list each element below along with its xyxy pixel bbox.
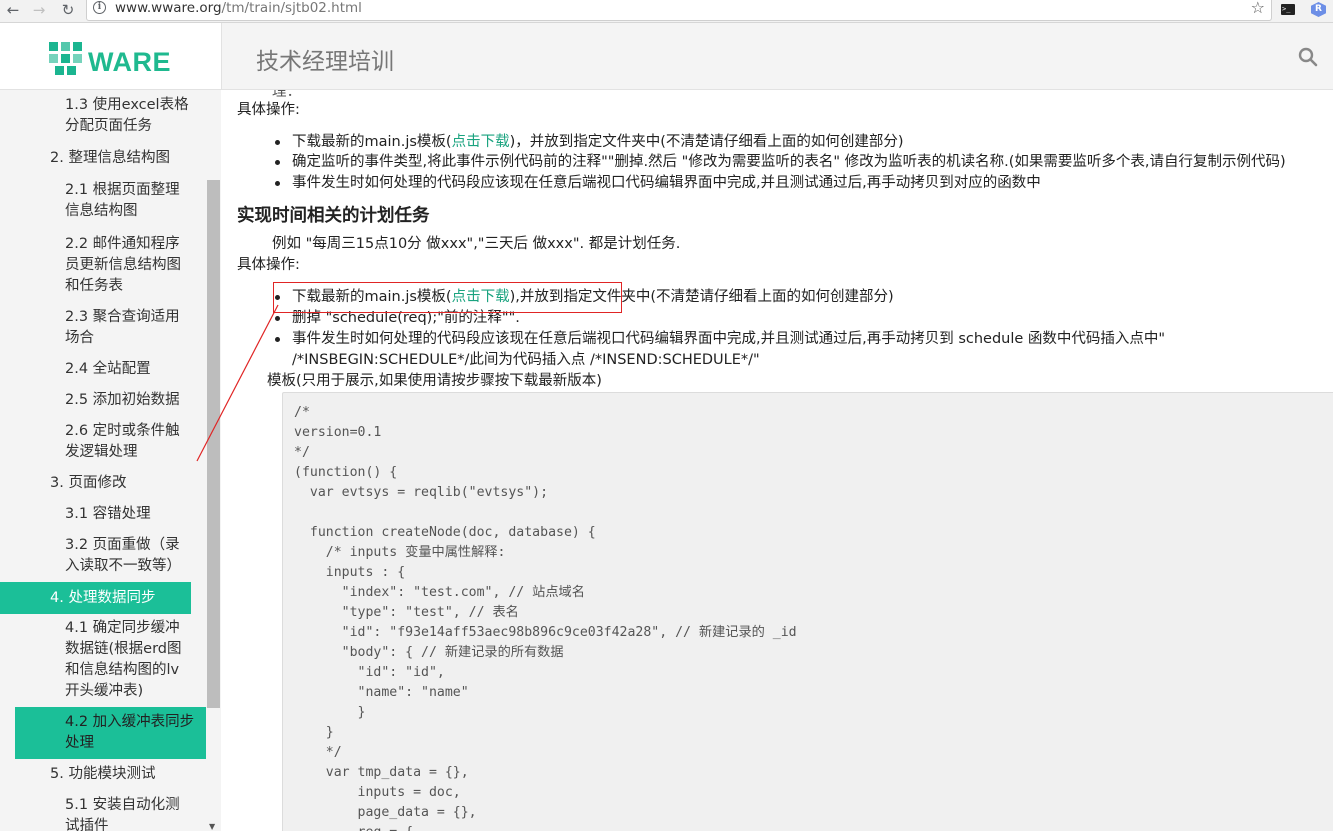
sidebar-scroll-thumb[interactable] bbox=[207, 180, 220, 708]
toc-item-3-1[interactable]: 3.1 容错处理 bbox=[65, 504, 190, 525]
code-line: "body": { // 新建记录的所有数据 bbox=[294, 645, 564, 660]
code-line: "type": "test", // 表名 bbox=[294, 605, 519, 620]
code-line: } bbox=[294, 725, 334, 740]
code-line: inputs = doc, bbox=[294, 785, 461, 800]
list-item: 事件发生时如何处理的代码段应该现在任意后端视口代码编辑界面中完成,并且测试通过后… bbox=[274, 331, 1166, 347]
ops-label: 具体操作: bbox=[237, 257, 300, 273]
toc-item-3[interactable]: 3. 页面修改 bbox=[50, 473, 221, 494]
search-icon[interactable] bbox=[1298, 47, 1318, 67]
code-line: } bbox=[294, 705, 366, 720]
list-item: 确定监听的事件类型,将此事件示例代码前的注释""删掉.然后 "修改为需要监听的表… bbox=[275, 154, 1286, 170]
code-line: "index": "test.com", // 站点域名 bbox=[294, 585, 585, 600]
extension-r-icon[interactable]: R bbox=[1311, 2, 1326, 17]
ops-label: 具体操作: bbox=[237, 102, 300, 118]
section-heading: 实现时间相关的计划任务 bbox=[237, 206, 430, 226]
page-header: 技术经理培训 bbox=[222, 23, 1333, 90]
toc-item-2[interactable]: 2. 整理信息结构图 bbox=[50, 148, 221, 169]
sidebar-toc: 1.3 使用excel表格分配页面任务 2. 整理信息结构图 2.1 根据页面整… bbox=[0, 90, 221, 831]
toc-item-2-3[interactable]: 2.3 聚合查询适用场合 bbox=[65, 307, 190, 349]
toc-item-2-5[interactable]: 2.5 添加初始数据 bbox=[65, 390, 190, 411]
toc-item-5-1[interactable]: 5.1 安装自动化测试插件 bbox=[65, 795, 190, 831]
code-line: inputs : { bbox=[294, 565, 406, 580]
toc-item-3-2[interactable]: 3.2 页面重做（录入读取不一致等） bbox=[65, 535, 190, 577]
info-icon[interactable]: i bbox=[93, 1, 106, 14]
list-item: 下载最新的main.js模板(点击下载)，并放到指定文件夹中(不清楚请仔细看上面… bbox=[275, 132, 904, 152]
code-line: "id": "f93e14aff53aec98b896c9ce03f42a28"… bbox=[294, 625, 797, 640]
code-line: var tmp_data = {}, bbox=[294, 765, 469, 780]
code-line: */ bbox=[294, 745, 342, 760]
browser-toolbar: ← → ↻ i www.wware.org/tm/train/sjtb02.ht… bbox=[0, 0, 1333, 23]
toc-item-2-1[interactable]: 2.1 根据页面整理信息结构图 bbox=[65, 180, 190, 222]
url-path: /tm/train/sjtb02.html bbox=[221, 0, 362, 16]
page-title: 技术经理培训 bbox=[256, 49, 394, 75]
code-line: "name": "name" bbox=[294, 685, 469, 700]
back-arrow-icon[interactable]: ← bbox=[3, 0, 23, 22]
terminal-extension-icon[interactable]: >_ bbox=[1281, 4, 1295, 15]
template-label: 模板(只用于展示,如果使用请按步骤按下载最新版本) bbox=[267, 373, 602, 389]
url-text[interactable]: www.wware.org/tm/train/sjtb02.html bbox=[115, 0, 362, 16]
code-line: req = { bbox=[294, 823, 414, 831]
code-line: page_data = {}, bbox=[294, 805, 477, 820]
list-item-continuation: /*INSBEGIN:SCHEDULE*/此间为代码插入点 /*INSEND:S… bbox=[292, 352, 760, 368]
code-line: */ bbox=[294, 445, 310, 460]
logo-grid-icon bbox=[49, 42, 83, 76]
site-logo[interactable]: WARE bbox=[0, 23, 222, 90]
toc-item-5[interactable]: 5. 功能模块测试 bbox=[50, 764, 221, 785]
code-line: /* inputs 变量中属性解释: bbox=[294, 545, 506, 560]
list-item-text: )，并放到指定文件夹中(不清楚请仔细看上面的如何创建部分) bbox=[509, 134, 904, 150]
toc-item-2-4[interactable]: 2.4 全站配置 bbox=[65, 359, 190, 380]
code-line: var evtsys = reqlib("evtsys"); bbox=[294, 485, 549, 500]
scroll-down-arrow-icon[interactable]: ▼ bbox=[209, 822, 215, 831]
url-host: www.wware.org bbox=[115, 0, 222, 16]
code-line: version=0.1 bbox=[294, 425, 382, 440]
list-item: 事件发生时如何处理的代码段应该现在任意后端视口代码编辑界面中完成,并且测试通过后… bbox=[275, 175, 1041, 191]
code-block[interactable]: /* version=0.1 */ (function() { var evts… bbox=[282, 392, 1333, 831]
download-link[interactable]: 点击下载 bbox=[452, 134, 510, 150]
address-bar[interactable]: i www.wware.org/tm/train/sjtb02.html ☆ bbox=[86, 0, 1272, 21]
toc-item-4-active[interactable]: 4. 处理数据同步 bbox=[0, 582, 191, 614]
code-line: /* bbox=[294, 405, 310, 420]
toc-item-2-2[interactable]: 2.2 邮件通知程序员更新信息结构图和任务表 bbox=[65, 234, 190, 297]
list-item-text: 下载最新的main.js模板( bbox=[292, 134, 452, 150]
toc-item-4-2-selected[interactable]: 4.2 加入缓冲表同步处理 bbox=[15, 707, 206, 759]
sidebar-scrollbar[interactable]: ▼ bbox=[206, 90, 221, 831]
toc-item-2-6[interactable]: 2.6 定时或条件触发逻辑处理 bbox=[65, 421, 190, 463]
toc-item-1-3[interactable]: 1.3 使用excel表格分配页面任务 bbox=[65, 95, 190, 137]
annotation-highlight-box bbox=[273, 282, 622, 313]
forward-arrow-icon[interactable]: → bbox=[29, 0, 49, 22]
code-line: "id": "id", bbox=[294, 665, 445, 680]
bookmark-star-icon[interactable]: ☆ bbox=[1251, 0, 1265, 17]
example-text: 例如 "每周三15点10分 做xxx","三天后 做xxx". 都是计划任务. bbox=[272, 236, 681, 252]
logo-text: WARE bbox=[88, 47, 171, 77]
main-content: 理： 具体操作: 下载最新的main.js模板(点击下载)，并放到指定文件夹中(… bbox=[222, 90, 1333, 831]
reload-icon[interactable]: ↻ bbox=[58, 0, 78, 22]
code-line: (function() { bbox=[294, 465, 398, 480]
toc-item-4-1[interactable]: 4.1 确定同步缓冲数据链(根据erd图和信息结构图的lv开头缓冲表) bbox=[65, 618, 190, 702]
code-line: function createNode(doc, database) { bbox=[294, 525, 596, 540]
